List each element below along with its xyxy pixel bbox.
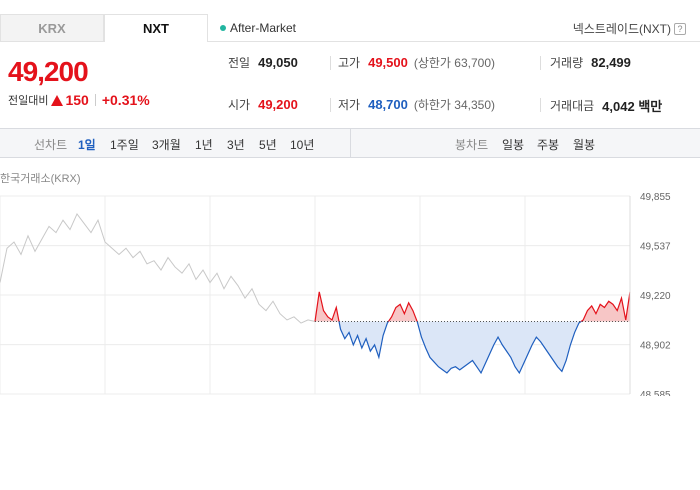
period-1w[interactable]: 1주일 bbox=[110, 136, 139, 153]
help-icon[interactable]: ? bbox=[674, 22, 686, 35]
up-triangle-icon bbox=[51, 94, 64, 106]
nextrade-link[interactable]: 넥스트레이드(NXT) ? bbox=[573, 20, 686, 37]
volume-value: 82,499 bbox=[591, 55, 631, 70]
lower-limit: (하한가 34,350) bbox=[413, 98, 496, 112]
change-label: 전일대비 bbox=[8, 95, 49, 107]
open-label: 시가 bbox=[228, 98, 251, 112]
info-separator bbox=[540, 56, 541, 70]
y-tick-label: 49,537 bbox=[640, 242, 671, 253]
info-high: 고가 49,500 (상한가 63,700) bbox=[338, 54, 495, 71]
period-1y[interactable]: 1년 bbox=[195, 136, 213, 153]
info-open: 시가 49,200 bbox=[228, 96, 298, 113]
tab-krx[interactable]: KRX bbox=[0, 14, 104, 42]
change-separator bbox=[94, 94, 96, 106]
y-tick-label: 49,855 bbox=[640, 192, 671, 203]
info-volume: 거래량 82,499 bbox=[550, 54, 631, 71]
info-low: 저가 48,700 (하한가 34,350) bbox=[338, 96, 495, 113]
prev-close-value: 49,050 bbox=[258, 55, 298, 70]
period-3m[interactable]: 3개월 bbox=[152, 136, 181, 153]
quote-info-grid: 전일 49,050 고가 49,500 (상한가 63,700) 거래량 82,… bbox=[208, 42, 700, 126]
y-tick-label: 48,585 bbox=[640, 390, 671, 396]
prev-close-label: 전일 bbox=[228, 56, 251, 70]
status-dot-icon bbox=[220, 25, 226, 31]
volume-label: 거래량 bbox=[550, 56, 584, 70]
high-value: 49,500 bbox=[368, 55, 408, 70]
tab-nxt[interactable]: NXT bbox=[104, 14, 208, 42]
y-tick-label: 48,902 bbox=[640, 341, 671, 352]
amount-label: 거래대금 bbox=[550, 99, 595, 113]
current-price: 49,200 bbox=[8, 56, 89, 87]
period-1d[interactable]: 1일 bbox=[78, 136, 96, 153]
candle-chart-label: 봉차트 bbox=[455, 138, 489, 152]
period-5y[interactable]: 5년 bbox=[259, 136, 277, 153]
info-prev-close: 전일 49,050 bbox=[228, 54, 298, 71]
chart-toolbar: 선차트 1일 1주일 3개월 1년 3년 5년 10년 봉차트 일봉 주봉 월봉 bbox=[0, 128, 700, 158]
series-line-previous bbox=[0, 212, 316, 324]
market-tabs: KRX NXT bbox=[0, 14, 208, 42]
toolbar-divider bbox=[350, 129, 351, 158]
price-change: 전일대비 150 +0.31% bbox=[8, 92, 150, 108]
chart-title: 한국거래소(KRX) bbox=[0, 173, 81, 185]
candle-daily[interactable]: 일봉 bbox=[502, 136, 524, 153]
change-amount: 150 bbox=[65, 92, 89, 108]
amount-value: 4,042 백만 bbox=[602, 99, 663, 114]
candle-weekly[interactable]: 주봉 bbox=[537, 136, 559, 153]
change-percent: +0.31% bbox=[101, 92, 150, 108]
open-value: 49,200 bbox=[258, 97, 298, 112]
info-separator bbox=[330, 98, 331, 112]
nextrade-label: 넥스트레이드(NXT) bbox=[572, 22, 671, 36]
info-separator bbox=[540, 98, 541, 112]
low-label: 저가 bbox=[338, 98, 361, 112]
period-10y[interactable]: 10년 bbox=[290, 136, 314, 153]
upper-limit: (상한가 63,700) bbox=[413, 56, 496, 70]
info-amount: 거래대금 4,042 백만 bbox=[550, 96, 662, 115]
low-value: 48,700 bbox=[368, 97, 408, 112]
candle-monthly[interactable]: 월봉 bbox=[573, 136, 595, 153]
info-separator bbox=[330, 56, 331, 70]
session-label: After-Market bbox=[230, 21, 297, 35]
session-indicator: After-Market bbox=[220, 21, 296, 35]
line-chart-label: 선차트 bbox=[34, 138, 68, 152]
top-rule bbox=[0, 0, 700, 2]
intraday-chart: 49,855 49,537 49,220 48,902 48,585 bbox=[0, 192, 671, 396]
y-tick-label: 49,220 bbox=[640, 291, 671, 302]
period-3y[interactable]: 3년 bbox=[227, 136, 245, 153]
high-label: 고가 bbox=[338, 56, 361, 70]
